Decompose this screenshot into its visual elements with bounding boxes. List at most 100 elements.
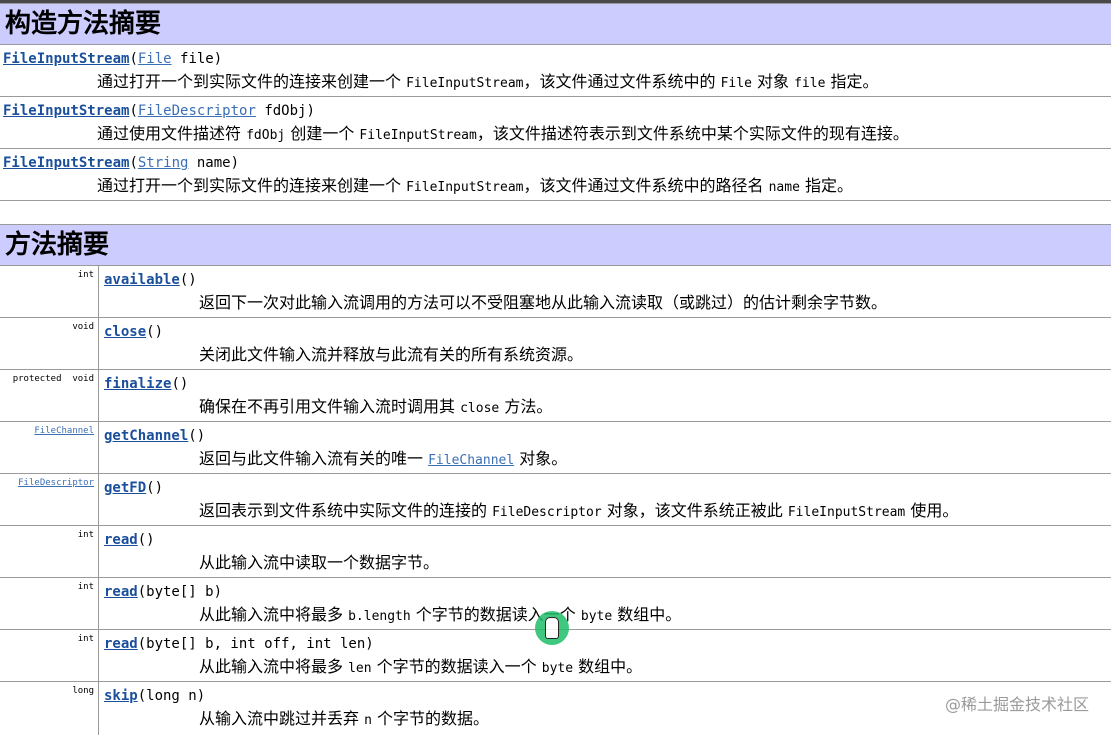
method-name-link[interactable]: skip bbox=[104, 688, 138, 704]
constructor-signature: FileInputStream(FileDescriptor fdObj) bbox=[3, 102, 315, 120]
desc-code: b.length bbox=[348, 609, 411, 624]
return-type: int bbox=[77, 582, 94, 592]
method-signature: skip(long n) bbox=[104, 687, 205, 705]
paren-open: ( bbox=[129, 155, 138, 171]
method-name-link[interactable]: read bbox=[104, 636, 138, 652]
desc-text: 指定。 bbox=[799, 176, 853, 195]
desc-text: 通过使用文件描述符 bbox=[97, 124, 247, 143]
desc-text: 从此输入流中将最多 bbox=[199, 605, 349, 624]
return-type-link[interactable]: FileDescriptor bbox=[18, 478, 94, 489]
return-type: long bbox=[72, 686, 94, 696]
hand-pointer-icon bbox=[545, 617, 559, 639]
constructor-name-link[interactable]: FileInputStream bbox=[3, 51, 129, 67]
return-type: int bbox=[77, 530, 94, 540]
return-type-link[interactable]: FileChannel bbox=[34, 426, 94, 437]
desc-text: 使用。 bbox=[905, 501, 959, 520]
constructor-row: FileInputStream(FileDescriptor fdObj) 通过… bbox=[0, 97, 1111, 149]
method-name-link[interactable]: close bbox=[104, 324, 146, 340]
desc-text: 指定。 bbox=[825, 72, 879, 91]
method-params: () bbox=[146, 324, 164, 340]
desc-text: 返回与此文件输入流有关的唯一 bbox=[199, 449, 429, 468]
desc-text: 通过打开一个到实际文件的连接来创建一个 bbox=[97, 176, 407, 195]
param-type-link[interactable]: String bbox=[138, 155, 189, 171]
desc-text: 通过打开一个到实际文件的连接来创建一个 bbox=[97, 72, 407, 91]
desc-text: 对象，该文件系统正被此 bbox=[601, 501, 788, 520]
desc-text: 从输入流中跳过并丢弃 bbox=[199, 709, 365, 728]
param-rest: name) bbox=[188, 155, 240, 171]
desc-code: FileDescriptor bbox=[492, 505, 602, 520]
method-row: int read() 从此输入流中读取一个数据字节。 bbox=[0, 526, 1111, 578]
method-row: protected void finalize() 确保在不再引用文件输入流时调… bbox=[0, 370, 1111, 422]
constructor-summary-title: 构造方法摘要 bbox=[5, 9, 162, 39]
constructor-row: FileInputStream(String name) 通过打开一个到实际文件… bbox=[0, 149, 1111, 201]
desc-code: FileInputStream bbox=[787, 505, 906, 520]
method-row: void close() 关闭此文件输入流并释放与此流有关的所有系统资源。 bbox=[0, 318, 1111, 370]
method-name-link[interactable]: getChannel bbox=[104, 428, 188, 444]
desc-text: 从此输入流中将最多 bbox=[199, 657, 349, 676]
method-name-link[interactable]: read bbox=[104, 584, 138, 600]
method-params: (long n) bbox=[137, 688, 206, 704]
constructor-signature: FileInputStream(String name) bbox=[3, 154, 239, 172]
method-summary-header: 方法摘要 bbox=[0, 224, 1111, 266]
method-row: int available() 返回下一次对此输入流调用的方法可以不受阻塞地从此… bbox=[0, 266, 1111, 318]
method-params: (byte[] b) bbox=[137, 584, 223, 600]
desc-code: file bbox=[794, 76, 826, 91]
desc-code: fdObj bbox=[246, 128, 286, 143]
desc-code: n bbox=[364, 713, 372, 728]
param-type-link[interactable]: File bbox=[138, 51, 172, 67]
method-summary-title: 方法摘要 bbox=[5, 230, 110, 260]
method-row: FileChannel getChannel() 返回与此文件输入流有关的唯一 … bbox=[0, 422, 1111, 474]
desc-text: ，该文件通过文件系统中的路径名 bbox=[523, 176, 769, 195]
desc-text: 创建一个 bbox=[285, 124, 360, 143]
constructor-description: 通过打开一个到实际文件的连接来创建一个 FileInputStream，该文件通… bbox=[97, 176, 853, 198]
method-name-link[interactable]: finalize bbox=[104, 376, 171, 392]
desc-text: 个字节的数据读入一个 bbox=[371, 657, 542, 676]
filechannel-link[interactable]: FileChannel bbox=[428, 453, 514, 468]
desc-text: 方法。 bbox=[499, 397, 553, 416]
method-signature: getChannel() bbox=[104, 427, 205, 445]
return-type-cell: int bbox=[0, 578, 99, 629]
constructor-row: FileInputStream(File file) 通过打开一个到实际文件的连… bbox=[0, 45, 1111, 97]
param-type-link[interactable]: FileDescriptor bbox=[138, 103, 256, 119]
watermark: @稀土掘金技术社区 bbox=[944, 695, 1089, 714]
method-description: 确保在不再引用文件输入流时调用其 close 方法。 bbox=[199, 397, 552, 419]
desc-code: FileInputStream bbox=[406, 180, 524, 195]
mouse-cursor-highlight bbox=[535, 611, 569, 645]
desc-text: ，该文件通过文件系统中的 bbox=[523, 72, 721, 91]
return-type-cell: int bbox=[0, 266, 99, 317]
method-description: 从此输入流中将最多 len 个字节的数据读入一个 byte 数组中。 bbox=[199, 657, 642, 679]
constructor-description: 通过打开一个到实际文件的连接来创建一个 FileInputStream，该文件通… bbox=[97, 72, 879, 94]
method-signature: read(byte[] b) bbox=[104, 583, 222, 601]
constructor-summary-header: 构造方法摘要 bbox=[0, 3, 1111, 45]
method-signature: read(byte[] b, int off, int len) bbox=[104, 635, 374, 653]
method-name-link[interactable]: read bbox=[104, 532, 138, 548]
method-signature: available() bbox=[104, 271, 197, 289]
constructor-name-link[interactable]: FileInputStream bbox=[3, 155, 129, 171]
desc-text: ，该文件描述符表示到文件系统中某个实际文件的现有连接。 bbox=[476, 124, 909, 143]
method-name-link[interactable]: getFD bbox=[104, 480, 146, 496]
desc-code: close bbox=[460, 401, 500, 416]
return-type-cell: int bbox=[0, 630, 99, 681]
constructor-description: 通过使用文件描述符 fdObj 创建一个 FileInputStream，该文件… bbox=[97, 124, 909, 146]
desc-text: 数组中。 bbox=[612, 605, 682, 624]
desc-code: len bbox=[348, 661, 372, 676]
return-type-cell: FileDescriptor bbox=[0, 474, 99, 525]
method-row: FileDescriptor getFD() 返回表示到文件系统中实际文件的连接… bbox=[0, 474, 1111, 526]
desc-code: byte bbox=[541, 661, 574, 676]
return-type-cell: protected void bbox=[0, 370, 99, 421]
param-rest: fdObj) bbox=[255, 103, 315, 119]
method-params: () bbox=[179, 272, 197, 288]
constructor-name-link[interactable]: FileInputStream bbox=[3, 103, 129, 119]
method-params: () bbox=[146, 480, 164, 496]
desc-code: name bbox=[768, 180, 800, 195]
method-name-link[interactable]: available bbox=[104, 272, 180, 288]
method-description: 从输入流中跳过并丢弃 n 个字节的数据。 bbox=[199, 709, 489, 731]
return-type: int bbox=[77, 270, 94, 280]
method-signature: finalize() bbox=[104, 375, 188, 393]
desc-text: 数组中。 bbox=[573, 657, 643, 676]
method-description: 关闭此文件输入流并释放与此流有关的所有系统资源。 bbox=[199, 345, 584, 364]
desc-text: 对象 bbox=[751, 72, 795, 91]
method-signature: read() bbox=[104, 531, 155, 549]
desc-code: File bbox=[720, 76, 752, 91]
method-params: () bbox=[171, 376, 189, 392]
